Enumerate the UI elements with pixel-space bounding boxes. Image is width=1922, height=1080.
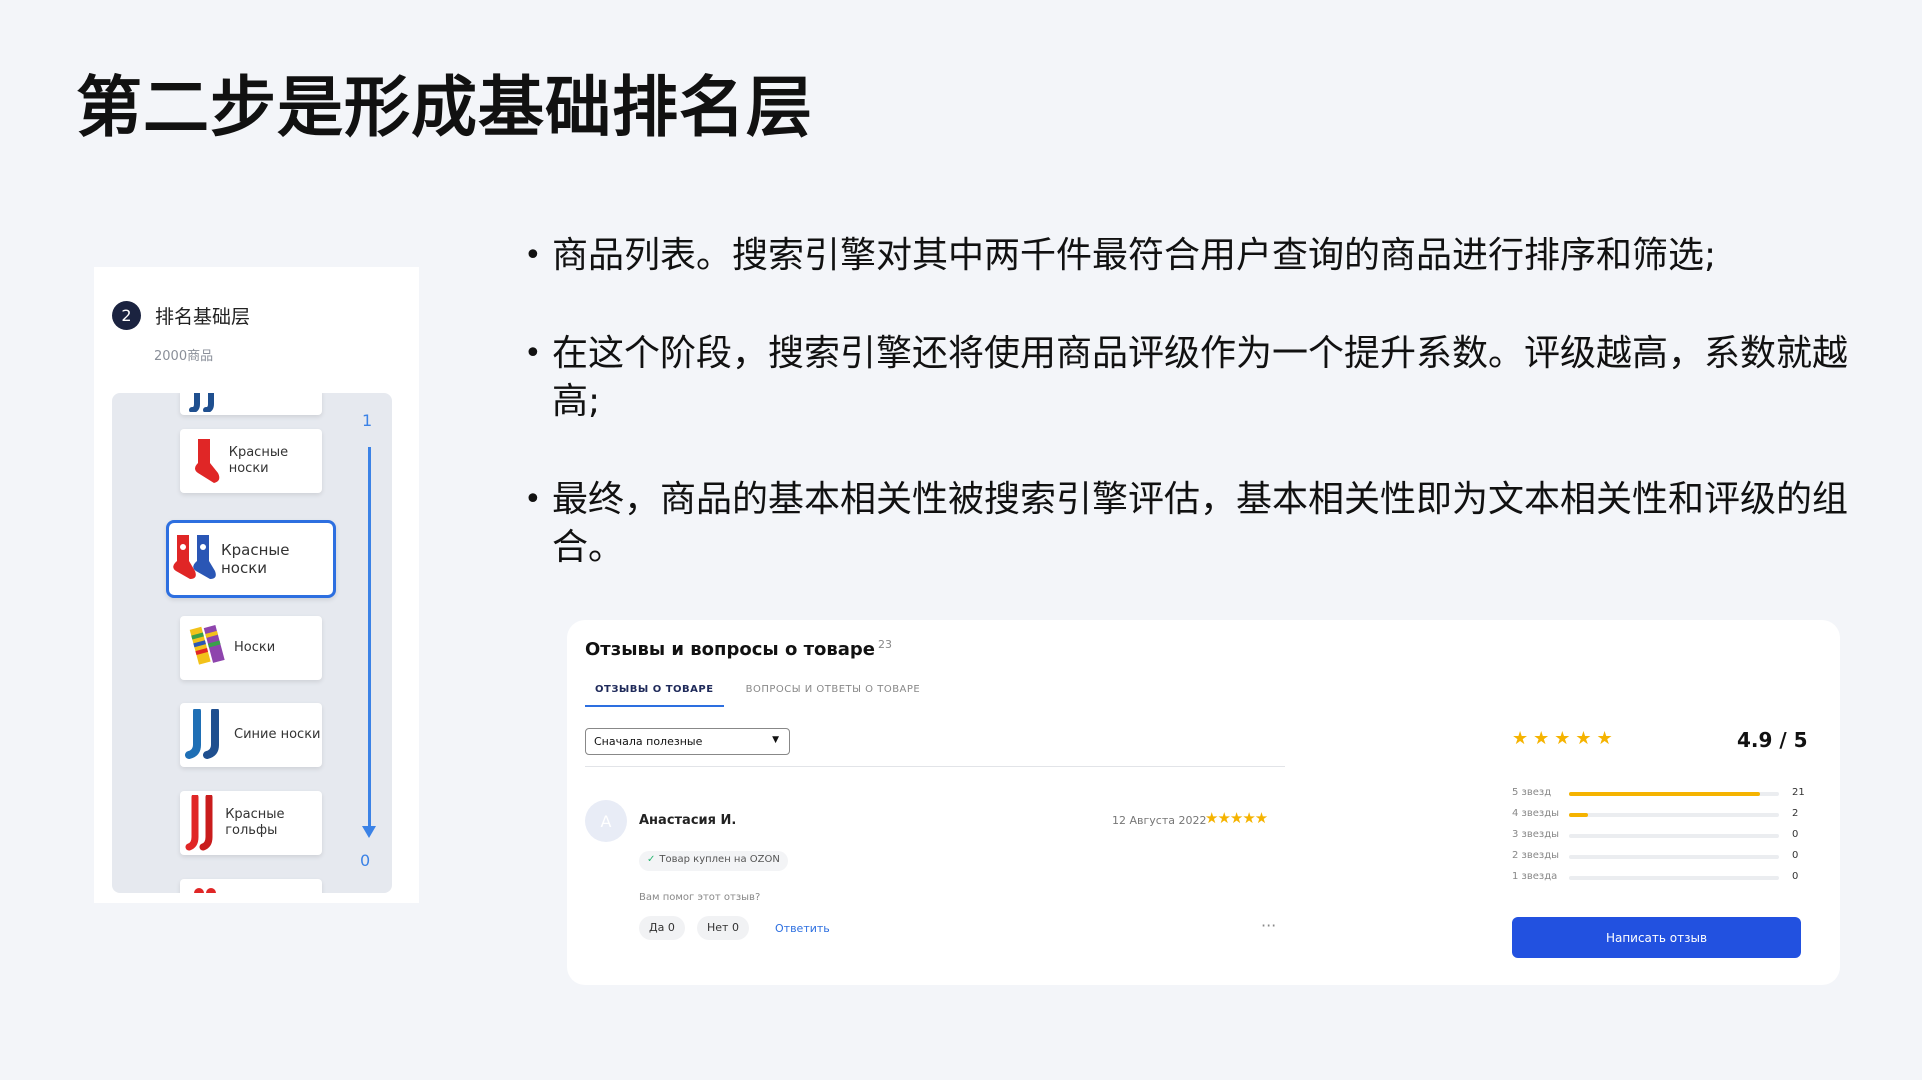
red-sock-icon	[180, 885, 234, 893]
rank-arrow-line	[368, 447, 371, 832]
summary-stars: ★★★★★	[1512, 728, 1618, 749]
red-sock-icon	[180, 437, 229, 485]
helpful-yes-button[interactable]: Да 0	[639, 916, 685, 940]
distribution-label: 1 звезда	[1512, 871, 1558, 882]
distribution-bar	[1569, 834, 1779, 838]
bullet-item: 最终，商品的基本相关性被搜索引擎评估，基本相关性即为文本相关性和评级的组合。	[520, 476, 1860, 572]
product-card[interactable]: Синие носки	[180, 703, 322, 767]
tab-questions[interactable]: ВОПРОСЫ И ОТВЕТЫ О ТОВАРЕ	[736, 684, 931, 707]
distribution-label: 3 звезды	[1512, 829, 1560, 840]
bullet-list: 商品列表。搜索引擎对其中两千件最符合用户查询的商品进行排序和筛选; 在这个阶段，…	[520, 232, 1860, 572]
caret-down-icon: ▼	[772, 735, 779, 745]
distribution-bar	[1569, 876, 1779, 880]
rank-arrow-down-icon	[362, 826, 376, 838]
step-badge: 2	[112, 301, 141, 330]
rating-distribution-row: 1 звезда 0	[1512, 871, 1802, 885]
reviews-count: 23	[878, 638, 893, 651]
distribution-label: 2 звезды	[1512, 850, 1560, 861]
slide-title: 第二步是形成基础排名层	[76, 69, 813, 146]
rank-bottom-label: 0	[360, 851, 371, 870]
more-options-icon[interactable]: ···	[1261, 916, 1276, 935]
review-date: 12 Августа 2022	[1112, 814, 1207, 827]
reviews-widget: Отзывы и вопросы о товаре 23 ОТЗЫВЫ О ТОВ…	[567, 620, 1840, 985]
rating-distribution-row: 5 звезд 21	[1512, 787, 1805, 801]
rating-score: 4.9 / 5	[1737, 728, 1808, 752]
sort-select-value: Сначала полезные	[594, 735, 703, 748]
ranking-subtitle: 2000商品	[154, 349, 214, 364]
review-stars: ★★★★★	[1205, 809, 1268, 827]
distribution-fill	[1569, 813, 1588, 817]
review-author: Анастасия И.	[639, 813, 737, 828]
sort-select[interactable]: Сначала полезные ▼	[585, 728, 790, 755]
distribution-count: 0	[1792, 829, 1799, 840]
blue-socks-icon	[180, 393, 234, 412]
rank-top-label: 1	[362, 411, 373, 430]
reviews-title-text: Отзывы и вопросы о товаре	[585, 639, 876, 660]
product-card[interactable]: Красные носки	[180, 429, 322, 493]
red-knee-socks-icon	[180, 795, 225, 851]
verified-purchase-text: Товар куплен на OZON	[659, 854, 780, 865]
bullet-item: 在这个阶段，搜索引擎还将使用商品评级作为一个提升系数。评级越高，系数就越高;	[520, 330, 1860, 426]
product-label: Носки	[234, 640, 276, 655]
distribution-bar	[1569, 792, 1779, 796]
distribution-count: 0	[1792, 871, 1799, 882]
product-card[interactable]: Красные гольфы	[180, 791, 322, 855]
distribution-count: 21	[1792, 787, 1805, 798]
verified-purchase-badge: ✓ Товар куплен на OZON	[639, 851, 788, 871]
check-icon: ✓	[647, 854, 656, 865]
rating-distribution-row: 3 звезды 0	[1512, 829, 1802, 843]
distribution-label: 4 звезды	[1512, 808, 1560, 819]
product-label: Синие носки	[234, 727, 321, 742]
tab-reviews[interactable]: ОТЗЫВЫ О ТОВАРЕ	[585, 684, 724, 707]
reviews-title: Отзывы и вопросы о товаре 23	[585, 638, 892, 660]
avatar: А	[585, 800, 627, 842]
rating-distribution-row: 4 звезды 2	[1512, 808, 1802, 822]
rating-distribution-row: 2 звезды 0	[1512, 850, 1802, 864]
reviews-tabs: ОТЗЫВЫ О ТОВАРЕ ВОПРОСЫ И ОТВЕТЫ О ТОВАР…	[585, 684, 930, 707]
helpful-prompt: Вам помог этот отзыв?	[639, 892, 761, 903]
distribution-fill	[1569, 792, 1761, 796]
distribution-bar	[1569, 813, 1779, 817]
product-label: Красные гольфы	[225, 807, 285, 838]
patterned-socks-icon	[169, 531, 221, 587]
partial-product-card-top	[180, 393, 322, 415]
reply-link[interactable]: Ответить	[775, 922, 830, 935]
write-review-button[interactable]: Написать отзыв	[1512, 917, 1801, 958]
product-label: Красные носки	[228, 445, 289, 476]
distribution-count: 2	[1792, 808, 1799, 819]
product-card-selected[interactable]: Красные носки	[166, 520, 336, 598]
ranking-title: 排名基础层	[155, 306, 251, 328]
distribution-count: 0	[1792, 850, 1799, 861]
distribution-bar	[1569, 855, 1779, 859]
product-label: Красные носки	[221, 541, 290, 577]
bullet-item: 商品列表。搜索引擎对其中两千件最符合用户查询的商品进行排序和筛选;	[520, 232, 1860, 280]
ranking-list: Красные носки Красные носки Носки Синие …	[112, 393, 392, 893]
striped-socks-icon	[180, 622, 234, 674]
blue-socks-icon	[180, 709, 234, 761]
divider	[585, 766, 1285, 767]
distribution-label: 5 звезд	[1512, 787, 1552, 798]
ranking-header: 2 排名基础层	[112, 301, 250, 330]
product-card[interactable]: Носки	[180, 616, 322, 680]
ranking-panel: 2 排名基础层 2000商品 Красные носки Красные нос…	[94, 267, 419, 903]
partial-product-card-bottom	[180, 879, 322, 893]
helpful-no-button[interactable]: Нет 0	[697, 916, 749, 940]
